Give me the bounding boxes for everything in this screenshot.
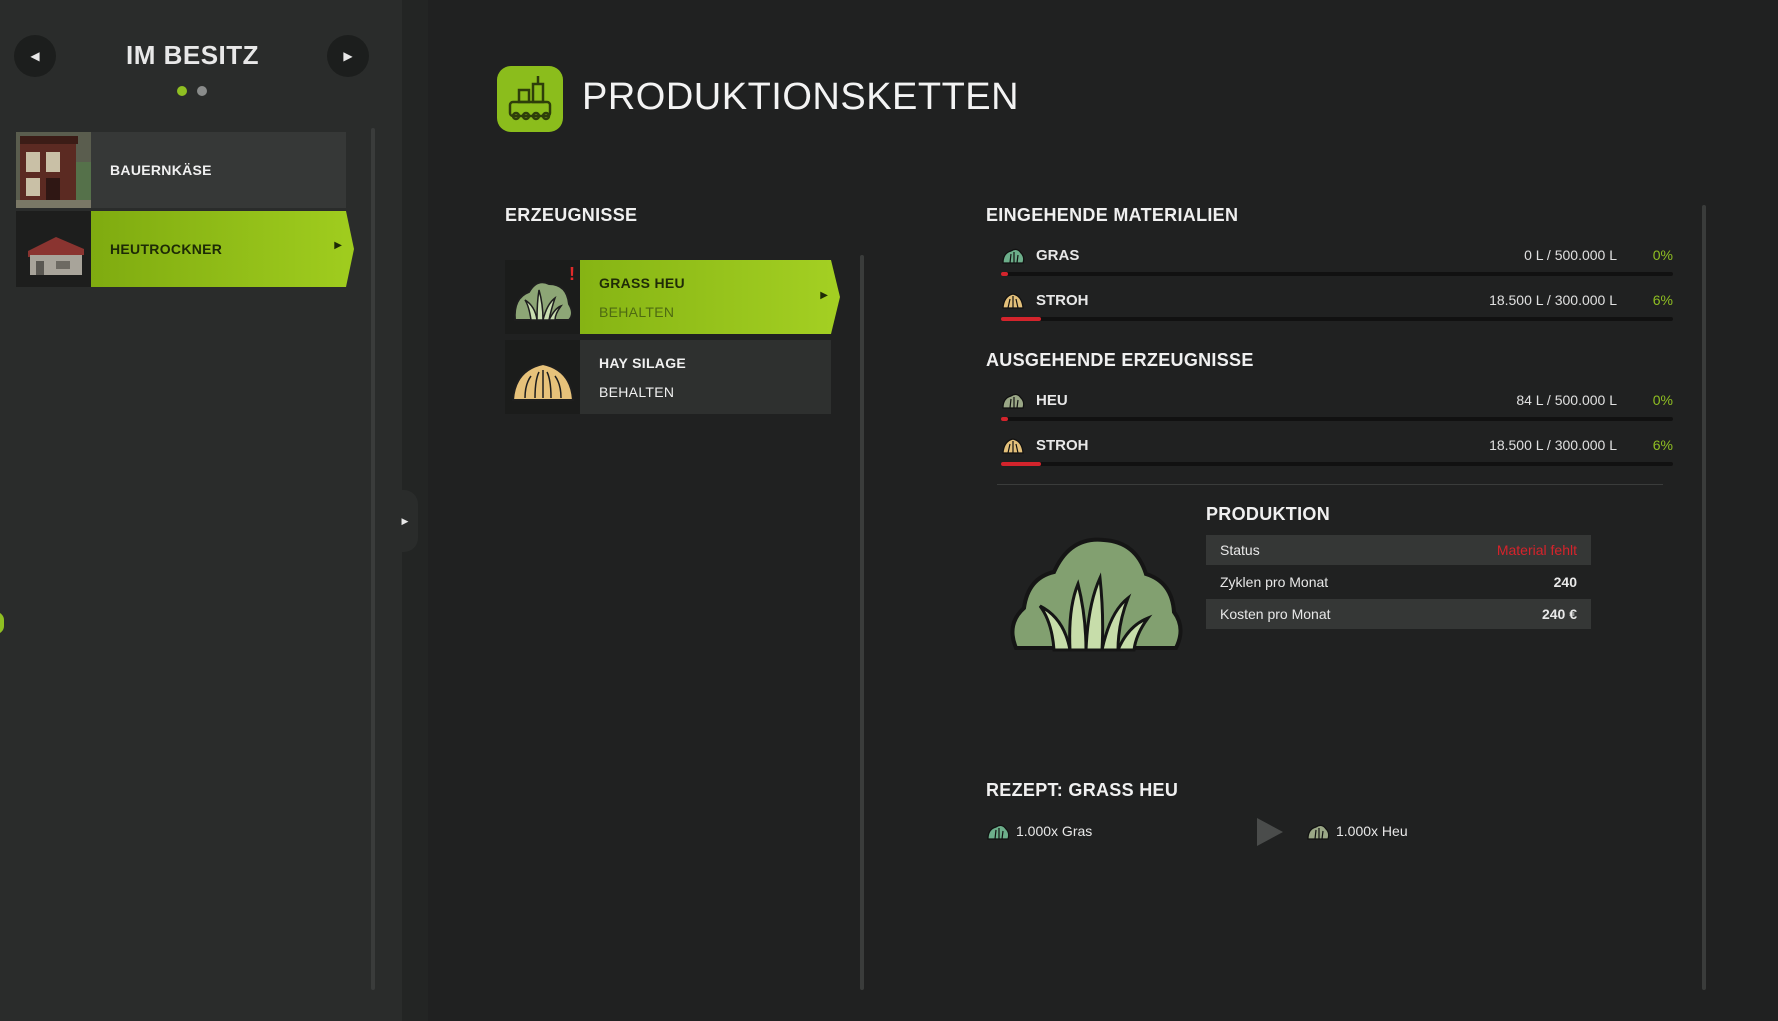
fill-bar-level [1001,417,1008,421]
products-scrollbar[interactable] [860,255,864,990]
grass-hay-icon: ! [505,260,580,334]
product-mode: BEHALTEN [599,303,675,320]
details-scrollbar[interactable] [1702,205,1706,990]
sidebar-item-heutrockner[interactable]: HEUTROCKNER ▶ [16,211,354,287]
product-large-grass-hay-icon [1006,528,1186,663]
outgoing-row-heu: HEU 84 L / 500.000 L 0% [1001,388,1673,421]
material-name: GRAS [1036,247,1080,264]
fill-bar-level [1001,317,1042,321]
recipe-input: 1.000x Gras [986,821,1092,841]
incoming-row-gras: GRAS 0 L / 500.000 L 0% [1001,243,1673,276]
grass-icon [1002,248,1025,264]
material-percent: 0% [1652,392,1673,408]
production-cycles-row: Zyklen pro Monat 240 [1206,567,1591,597]
sidebar-item-label: HEUTROCKNER [91,211,346,287]
cycles-label: Zyklen pro Monat [1220,574,1329,590]
barn-thumbnail [16,211,91,287]
fill-bar [1001,272,1673,276]
hay-silage-icon [505,340,580,414]
page-dot-1[interactable] [177,86,187,96]
triangle-right-icon: ▶ [343,49,353,63]
production-factory-icon [497,66,563,132]
recipe-input-text: 1.000x Gras [1016,823,1093,839]
page-dot-2[interactable] [197,86,207,96]
cost-label: Kosten pro Monat [1220,606,1331,622]
outgoing-heading: AUSGEHENDE ERZEUGNISSE [986,350,1254,370]
cycles-value: 240 [1553,574,1577,590]
production-cost-row: Kosten pro Monat 240 € [1206,599,1591,629]
chevron-right-icon: ▶ [820,290,828,301]
product-item-hay-silage[interactable]: HAY SILAGE BEHALTEN [505,340,831,414]
material-amount: 18.500 L / 300.000 L [1489,437,1617,453]
recipe-heading: REZEPT: GRASS HEU [986,780,1179,800]
status-label: Status [1220,542,1260,558]
product-mode: BEHALTEN [599,383,675,400]
recipe-output: 1.000x Heu [1306,821,1408,841]
material-name: STROH [1036,437,1089,454]
status-value: Material fehlt [1496,542,1577,558]
page-title: PRODUKTIONSKETTEN [582,76,1020,118]
material-percent: 6% [1652,292,1673,308]
product-name: HAY SILAGE [599,354,687,371]
fill-bar [1001,462,1673,466]
owned-sidebar: ◀ IM BESITZ ▶ BAUERNKÄSE HEUTROCKNER ▶ [0,0,402,1021]
fill-bar-level [1001,272,1008,276]
sidebar-title: IM BESITZ [125,40,260,70]
material-amount: 0 L / 500.000 L [1524,247,1617,263]
production-heading: PRODUKTION [1206,504,1330,524]
recipe-output-text: 1.000x Heu [1336,823,1408,839]
material-amount: 18.500 L / 300.000 L [1489,292,1617,308]
fill-bar [1001,317,1673,321]
hay-icon [1307,824,1330,840]
products-heading: ERZEUGNISSE [505,205,638,225]
sidebar-scrollbar[interactable] [371,128,375,990]
incoming-row-stroh: STROH 18.500 L / 300.000 L 6% [1001,288,1673,321]
material-name: HEU [1036,392,1068,409]
arrow-right-icon [1257,818,1283,846]
warning-icon: ! [569,264,575,284]
selection-notch [346,211,354,287]
material-percent: 0% [1652,247,1673,263]
cost-value: 240 € [1541,606,1577,622]
sidebar-item-label: BAUERNKÄSE [91,132,346,208]
production-status-row: Status Material fehlt [1206,535,1591,565]
product-item-grass-heu[interactable]: ! GRASS HEU BEHALTEN ▶ [505,260,840,334]
fill-bar [1001,417,1673,421]
fill-bar-level [1001,462,1042,466]
triangle-left-icon: ◀ [30,49,40,63]
outgoing-row-stroh: STROH 18.500 L / 300.000 L 6% [1001,433,1673,466]
triangle-right-icon: ▶ [401,515,409,526]
hay-icon [1002,393,1025,409]
divider [997,484,1663,485]
material-percent: 6% [1652,437,1673,453]
straw-icon [1002,438,1024,454]
next-page-button[interactable]: ▶ [327,35,369,77]
sidebar-item-bauernkaese[interactable]: BAUERNKÄSE [16,132,346,208]
incoming-heading: EINGEHENDE MATERIALIEN [986,205,1239,225]
building-thumbnail [16,132,91,208]
chevron-right-icon: ▶ [334,240,342,251]
selection-notch [831,260,840,334]
material-name: STROH [1036,292,1089,309]
collapse-sidebar-button[interactable]: ▶ [392,490,418,552]
prev-page-button[interactable]: ◀ [14,35,56,77]
product-name: GRASS HEU [599,274,685,291]
grass-icon [987,824,1010,840]
straw-icon [1002,293,1024,309]
material-amount: 84 L / 500.000 L [1516,392,1617,408]
